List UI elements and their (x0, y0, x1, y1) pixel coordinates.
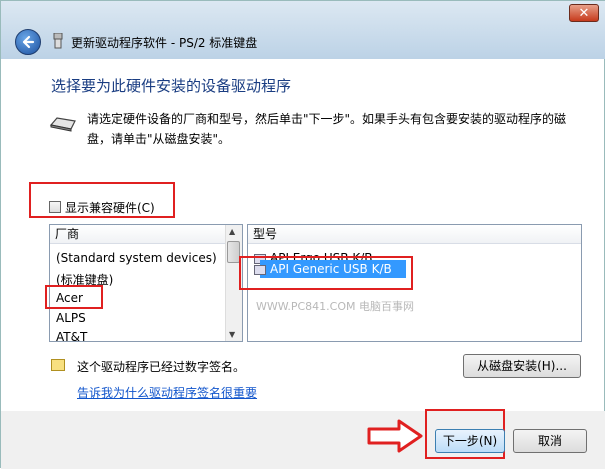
signature-status: 这个驱动程序已经过数字签名。 (77, 360, 246, 374)
have-disk-button[interactable]: 从磁盘安装(H)... (463, 354, 581, 378)
certificate-icon (51, 359, 65, 371)
manufacturer-listbox[interactable]: 厂商 (Standard system devices) (标准键盘) Acer… (49, 224, 243, 342)
model-header: 型号 (248, 225, 581, 244)
manufacturer-item[interactable]: ALPS (56, 311, 86, 325)
scroll-up-icon[interactable]: ▲ (229, 227, 235, 236)
page-heading: 选择要为此硬件安装的设备驱动程序 (51, 77, 292, 95)
driver-update-window: ✕ 更新驱动程序软件 - PS/2 标准键盘 选择要为此硬件安装的设备驱动程序 … (0, 0, 605, 469)
usb-device-icon (53, 33, 63, 49)
signature-help-link[interactable]: 告诉我为什么驱动程序签名很重要 (77, 384, 257, 401)
show-compatible-label: 显示兼容硬件(C) (65, 201, 155, 215)
manufacturer-header: 厂商 (50, 225, 242, 244)
acer-highlight-box (45, 285, 103, 309)
manufacturer-item[interactable]: AT&T (56, 330, 87, 341)
window-title-bar: ✕ 更新驱动程序软件 - PS/2 标准键盘 (1, 1, 605, 59)
close-button[interactable]: ✕ (569, 4, 599, 22)
scroll-down-icon[interactable]: ▼ (229, 330, 235, 339)
instruction-text: 请选定硬件设备的厂商和型号，然后单击"下一步"。如果手头有包含要安装的驱动程序的… (87, 112, 567, 146)
show-compatible-checkbox[interactable] (49, 201, 61, 213)
back-button[interactable] (15, 29, 41, 55)
keyboard-device-icon (49, 117, 76, 132)
cancel-button[interactable]: 取消 (513, 429, 587, 453)
next-button[interactable]: 下一步(N) (435, 429, 505, 453)
manufacturer-item[interactable]: (Standard system devices) (56, 251, 217, 265)
model-highlight-box (239, 256, 413, 290)
window-title: 更新驱动程序软件 - PS/2 标准键盘 (71, 36, 258, 50)
watermark-text: WWW.PC841.COM 电脑百事网 (256, 300, 414, 313)
pointer-arrow-icon (367, 419, 423, 453)
back-arrow-icon (22, 35, 35, 49)
